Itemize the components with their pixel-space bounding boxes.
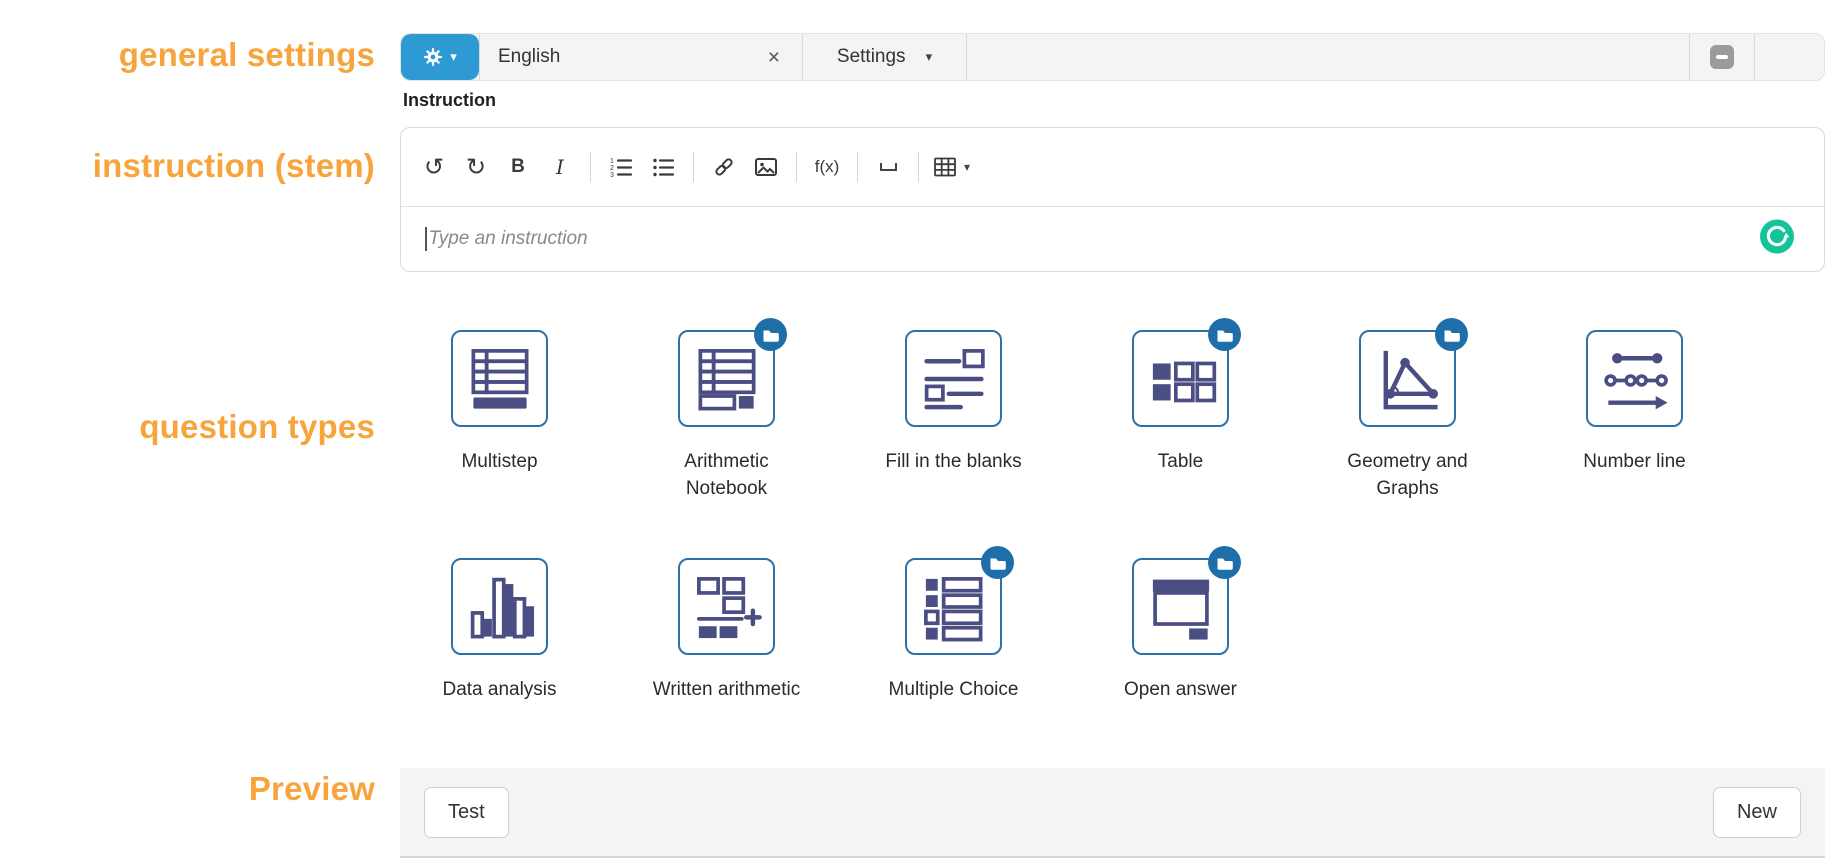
question-type-label: Number line [1583,451,1686,472]
number-line-icon [1603,352,1668,409]
question-type-table[interactable]: Table [1067,318,1294,502]
svg-text:3: 3 [610,172,614,179]
question-type-label: Written arithmetic [652,679,801,700]
annotation-general-settings: general settings [118,36,375,73]
question-type-geometry-and-graphs[interactable]: Geometry and Graphs [1294,318,1521,502]
question-type-label: Arithmetic Notebook [684,451,769,499]
blank-icon[interactable] [872,147,904,187]
instruction-section-label: Instruction [403,90,496,110]
editor-toolbar: ↺ ↻ B I 1 2 3 f(x) ▾ [401,128,1824,207]
question-type-fill-in-the-blanks[interactable]: Fill in the blanks [840,330,1067,502]
chevron-down-icon: ▾ [450,49,457,64]
question-type-open-answer[interactable]: Open answer [1067,546,1294,704]
unordered-list-icon[interactable] [647,147,679,187]
undo-icon[interactable]: ↺ [418,147,450,187]
question-type-label: Fill in the blanks [885,451,1022,472]
folder-badge-icon [1435,318,1468,351]
chevron-down-icon: ▾ [925,49,933,64]
instruction-placeholder: Type an instruction [428,228,588,249]
annotation-question-types: question types [139,408,375,445]
open-answer-icon [1152,579,1209,640]
tabbar-end-segment [1754,34,1824,80]
collapse-button[interactable] [1689,34,1754,80]
toolbar-divider [693,152,694,182]
tab-settings[interactable]: Settings ▾ [802,34,966,80]
gear-icon [424,48,443,66]
table-question-icon [1152,361,1216,402]
question-type-label: Geometry and Graphs [1347,451,1468,499]
question-type-multiple-choice[interactable]: Multiple Choice [840,546,1067,704]
question-type-arithmetic-notebook[interactable]: Arithmetic Notebook [613,318,840,502]
dash-square-icon [1710,45,1734,69]
table-icon [934,157,956,177]
bold-button[interactable]: B [502,147,534,187]
toolbar-divider [796,152,797,182]
image-icon[interactable] [750,147,782,187]
toolbar-divider [918,152,919,182]
annotation-preview: Preview [248,770,375,807]
tab-language-english[interactable]: English × [479,34,802,80]
question-type-multistep[interactable]: Multistep [386,330,613,502]
question-type-label: Multiple Choice [888,679,1019,700]
question-types-row-2: Data analysis Written arithmetic Multipl… [386,546,1294,704]
instruction-input[interactable]: Type an instruction [401,207,1824,271]
folder-badge-icon [981,546,1014,579]
chevron-down-icon: ▾ [964,160,971,174]
gear-menu-button[interactable]: ▾ [401,34,479,80]
question-type-written-arithmetic[interactable]: Written arithmetic [613,558,840,704]
multiple-choice-icon [923,576,982,641]
formula-button[interactable]: f(x) [811,147,843,187]
test-button[interactable]: Test [424,786,509,838]
multistep-icon [471,348,528,409]
toolbar-divider [590,152,591,182]
data-analysis-icon [470,577,534,638]
ordered-list-icon[interactable]: 1 2 3 [605,147,637,187]
question-editor-page: general settings instruction (stem) ques… [0,0,1834,866]
question-type-label: Table [1157,451,1204,472]
question-type-number-line[interactable]: Number line [1521,330,1748,502]
question-types-row-1: Multistep Arithmetic Notebook Fill in th… [386,318,1748,502]
annotation-instruction-stem: instruction (stem) [92,147,375,184]
question-type-data-analysis[interactable]: Data analysis [386,558,613,704]
link-icon[interactable] [708,147,740,187]
fill-in-the-blanks-icon [923,348,985,409]
close-icon[interactable]: × [768,47,780,68]
instruction-editor: ↺ ↻ B I 1 2 3 f(x) ▾ Type an instruction [400,127,1825,272]
geometry-graphs-icon [1383,350,1438,409]
language-tab-label: English [498,46,561,67]
italic-button[interactable]: I [544,147,576,187]
redo-icon[interactable]: ↻ [460,147,492,187]
arithmetic-notebook-icon [698,348,755,410]
svg-text:2: 2 [610,165,614,172]
grammarly-icon[interactable] [1760,219,1794,259]
new-button[interactable]: New [1712,786,1801,838]
folder-badge-icon [754,318,787,351]
general-settings-bar: ▾ English × Settings ▾ [400,33,1825,81]
folder-badge-icon [1208,546,1241,579]
question-type-label: Multistep [461,451,538,472]
question-type-label: Data analysis [442,679,557,700]
settings-tab-label: Settings [836,46,906,67]
tabbar-spacer [966,34,1689,80]
written-arithmetic-icon [696,576,762,638]
table-insert-button[interactable]: ▾ [933,147,970,187]
preview-bar: Test New [400,768,1825,858]
text-cursor [425,227,427,251]
folder-badge-icon [1208,318,1241,351]
toolbar-divider [857,152,858,182]
svg-text:1: 1 [610,158,614,165]
question-type-label: Open answer [1123,679,1237,700]
